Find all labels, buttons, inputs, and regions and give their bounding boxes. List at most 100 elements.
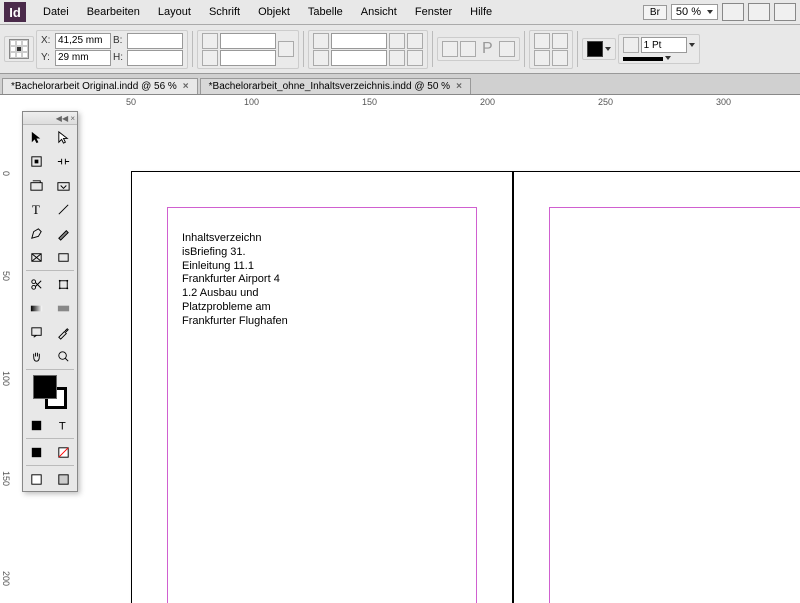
fill-swatch-icon[interactable] bbox=[587, 41, 603, 57]
close-icon[interactable]: × bbox=[183, 81, 189, 92]
flip-h-icon[interactable] bbox=[407, 33, 423, 49]
pen-tool[interactable] bbox=[23, 221, 50, 245]
chevron-down-icon[interactable] bbox=[665, 56, 671, 60]
select-container-icon[interactable] bbox=[442, 41, 458, 57]
flip-v-icon[interactable] bbox=[407, 50, 423, 66]
scale-x-field[interactable] bbox=[220, 33, 276, 49]
free-transform-tool[interactable] bbox=[50, 272, 77, 296]
rectangle-frame-tool[interactable] bbox=[23, 245, 50, 269]
text-line: 1.2 Ausbau und bbox=[182, 287, 288, 301]
apply-color-icon[interactable] bbox=[23, 440, 50, 464]
text-line: Platzprobleme am bbox=[182, 301, 288, 315]
eyedropper-tool[interactable] bbox=[50, 320, 77, 344]
bridge-button[interactable]: Br bbox=[643, 5, 667, 20]
chevron-down-icon[interactable] bbox=[689, 43, 695, 47]
ruler-tick: 200 bbox=[1, 571, 11, 586]
y-field[interactable]: 29 mm bbox=[55, 50, 111, 66]
ruler-tick: 300 bbox=[716, 97, 731, 107]
rotate-ccw-icon[interactable] bbox=[389, 50, 405, 66]
canvas[interactable]: Inhaltsverzeichn isBriefing 31. Einleitu… bbox=[16, 111, 800, 603]
stroke-weight-field[interactable]: 1 Pt bbox=[641, 37, 687, 53]
opacity-icon[interactable] bbox=[552, 50, 568, 66]
menu-bearbeiten[interactable]: Bearbeiten bbox=[78, 6, 149, 18]
vertical-ruler[interactable]: 0 50 100 150 200 bbox=[0, 111, 17, 603]
gradient-feather-tool[interactable] bbox=[50, 296, 77, 320]
horizontal-ruler[interactable]: 50 100 150 200 250 300 bbox=[16, 95, 800, 112]
arrange-icon[interactable] bbox=[774, 3, 796, 21]
note-tool[interactable] bbox=[23, 320, 50, 344]
gap-tool[interactable] bbox=[50, 149, 77, 173]
width-field[interactable] bbox=[127, 33, 183, 49]
text-line: isBriefing 31. bbox=[182, 246, 288, 260]
rotate-cw-icon[interactable] bbox=[389, 33, 405, 49]
select-content-icon[interactable] bbox=[460, 41, 476, 57]
rotate-field[interactable] bbox=[331, 33, 387, 49]
menu-fenster[interactable]: Fenster bbox=[406, 6, 461, 18]
content-placer-tool[interactable] bbox=[50, 173, 77, 197]
chevron-down-icon bbox=[707, 10, 713, 14]
gradient-swatch-tool[interactable] bbox=[23, 296, 50, 320]
zoom-tool[interactable] bbox=[50, 344, 77, 368]
ruler-origin[interactable] bbox=[0, 95, 17, 112]
menu-layout[interactable]: Layout bbox=[149, 6, 200, 18]
preview-view-icon[interactable] bbox=[50, 467, 77, 491]
page-left[interactable]: Inhaltsverzeichn isBriefing 31. Einleitu… bbox=[131, 171, 513, 603]
selection-tool[interactable] bbox=[23, 125, 50, 149]
tools-panel[interactable]: ◀◀ × T bbox=[22, 111, 78, 492]
hand-tool[interactable] bbox=[23, 344, 50, 368]
direct-selection-tool[interactable] bbox=[50, 125, 77, 149]
formatting-container-icon[interactable] bbox=[23, 413, 50, 437]
close-icon[interactable]: × bbox=[456, 81, 462, 92]
panel-grip[interactable]: ◀◀ × bbox=[23, 112, 77, 125]
ruler-tick: 250 bbox=[598, 97, 613, 107]
stroke-style[interactable] bbox=[623, 57, 663, 61]
tab-label: *Bachelorarbeit Original.indd @ 56 % bbox=[11, 81, 177, 92]
screen-mode-icon[interactable] bbox=[748, 3, 770, 21]
doc-tab-2[interactable]: *Bachelorarbeit_ohne_Inhaltsverzeichnis.… bbox=[200, 78, 471, 94]
fit-content-icon[interactable] bbox=[499, 41, 515, 57]
menu-tabelle[interactable]: Tabelle bbox=[299, 6, 352, 18]
spread: Inhaltsverzeichn isBriefing 31. Einleitu… bbox=[131, 171, 800, 603]
corner-icon[interactable] bbox=[534, 50, 550, 66]
fill-stroke-swatch[interactable] bbox=[33, 375, 67, 409]
fill-swatch[interactable] bbox=[33, 375, 57, 399]
app-logo: Id bbox=[4, 2, 26, 22]
workspace: 50 100 150 200 250 300 0 50 100 150 200 … bbox=[0, 95, 800, 603]
scale-y-field[interactable] bbox=[220, 50, 276, 66]
rectangle-tool[interactable] bbox=[50, 245, 77, 269]
height-field[interactable] bbox=[127, 50, 183, 66]
constrain-icon[interactable] bbox=[278, 41, 294, 57]
scissors-tool[interactable] bbox=[23, 272, 50, 296]
ruler-tick: 0 bbox=[1, 171, 11, 176]
tab-label: *Bachelorarbeit_ohne_Inhaltsverzeichnis.… bbox=[209, 81, 450, 92]
shear-field[interactable] bbox=[331, 50, 387, 66]
page-right[interactable] bbox=[513, 171, 800, 603]
ruler-tick: 50 bbox=[1, 271, 11, 281]
text-frame[interactable]: Inhaltsverzeichn isBriefing 31. Einleitu… bbox=[182, 232, 288, 328]
line-tool[interactable] bbox=[50, 197, 77, 221]
menu-hilfe[interactable]: Hilfe bbox=[461, 6, 501, 18]
apply-none-icon[interactable] bbox=[50, 440, 77, 464]
chevron-down-icon[interactable] bbox=[605, 47, 611, 51]
reference-point[interactable] bbox=[4, 36, 34, 62]
ruler-tick: 200 bbox=[480, 97, 495, 107]
pencil-tool[interactable] bbox=[50, 221, 77, 245]
ruler-tick: 150 bbox=[1, 471, 11, 486]
svg-text:T: T bbox=[59, 420, 66, 432]
view-options-icon[interactable] bbox=[722, 3, 744, 21]
menu-objekt[interactable]: Objekt bbox=[249, 6, 299, 18]
normal-view-icon[interactable] bbox=[23, 467, 50, 491]
wrap-icon[interactable] bbox=[552, 33, 568, 49]
menu-schrift[interactable]: Schrift bbox=[200, 6, 249, 18]
effects-icon[interactable] bbox=[534, 33, 550, 49]
ruler-tick: 150 bbox=[362, 97, 377, 107]
formatting-text-icon[interactable]: T bbox=[50, 413, 77, 437]
page-tool[interactable] bbox=[23, 149, 50, 173]
x-field[interactable]: 41,25 mm bbox=[55, 33, 111, 49]
menu-datei[interactable]: Datei bbox=[34, 6, 78, 18]
zoom-select[interactable]: 50 % bbox=[671, 4, 718, 20]
doc-tab-1[interactable]: *Bachelorarbeit Original.indd @ 56 % × bbox=[2, 78, 198, 94]
menu-ansicht[interactable]: Ansicht bbox=[352, 6, 406, 18]
type-tool[interactable]: T bbox=[23, 197, 50, 221]
content-collector-tool[interactable] bbox=[23, 173, 50, 197]
